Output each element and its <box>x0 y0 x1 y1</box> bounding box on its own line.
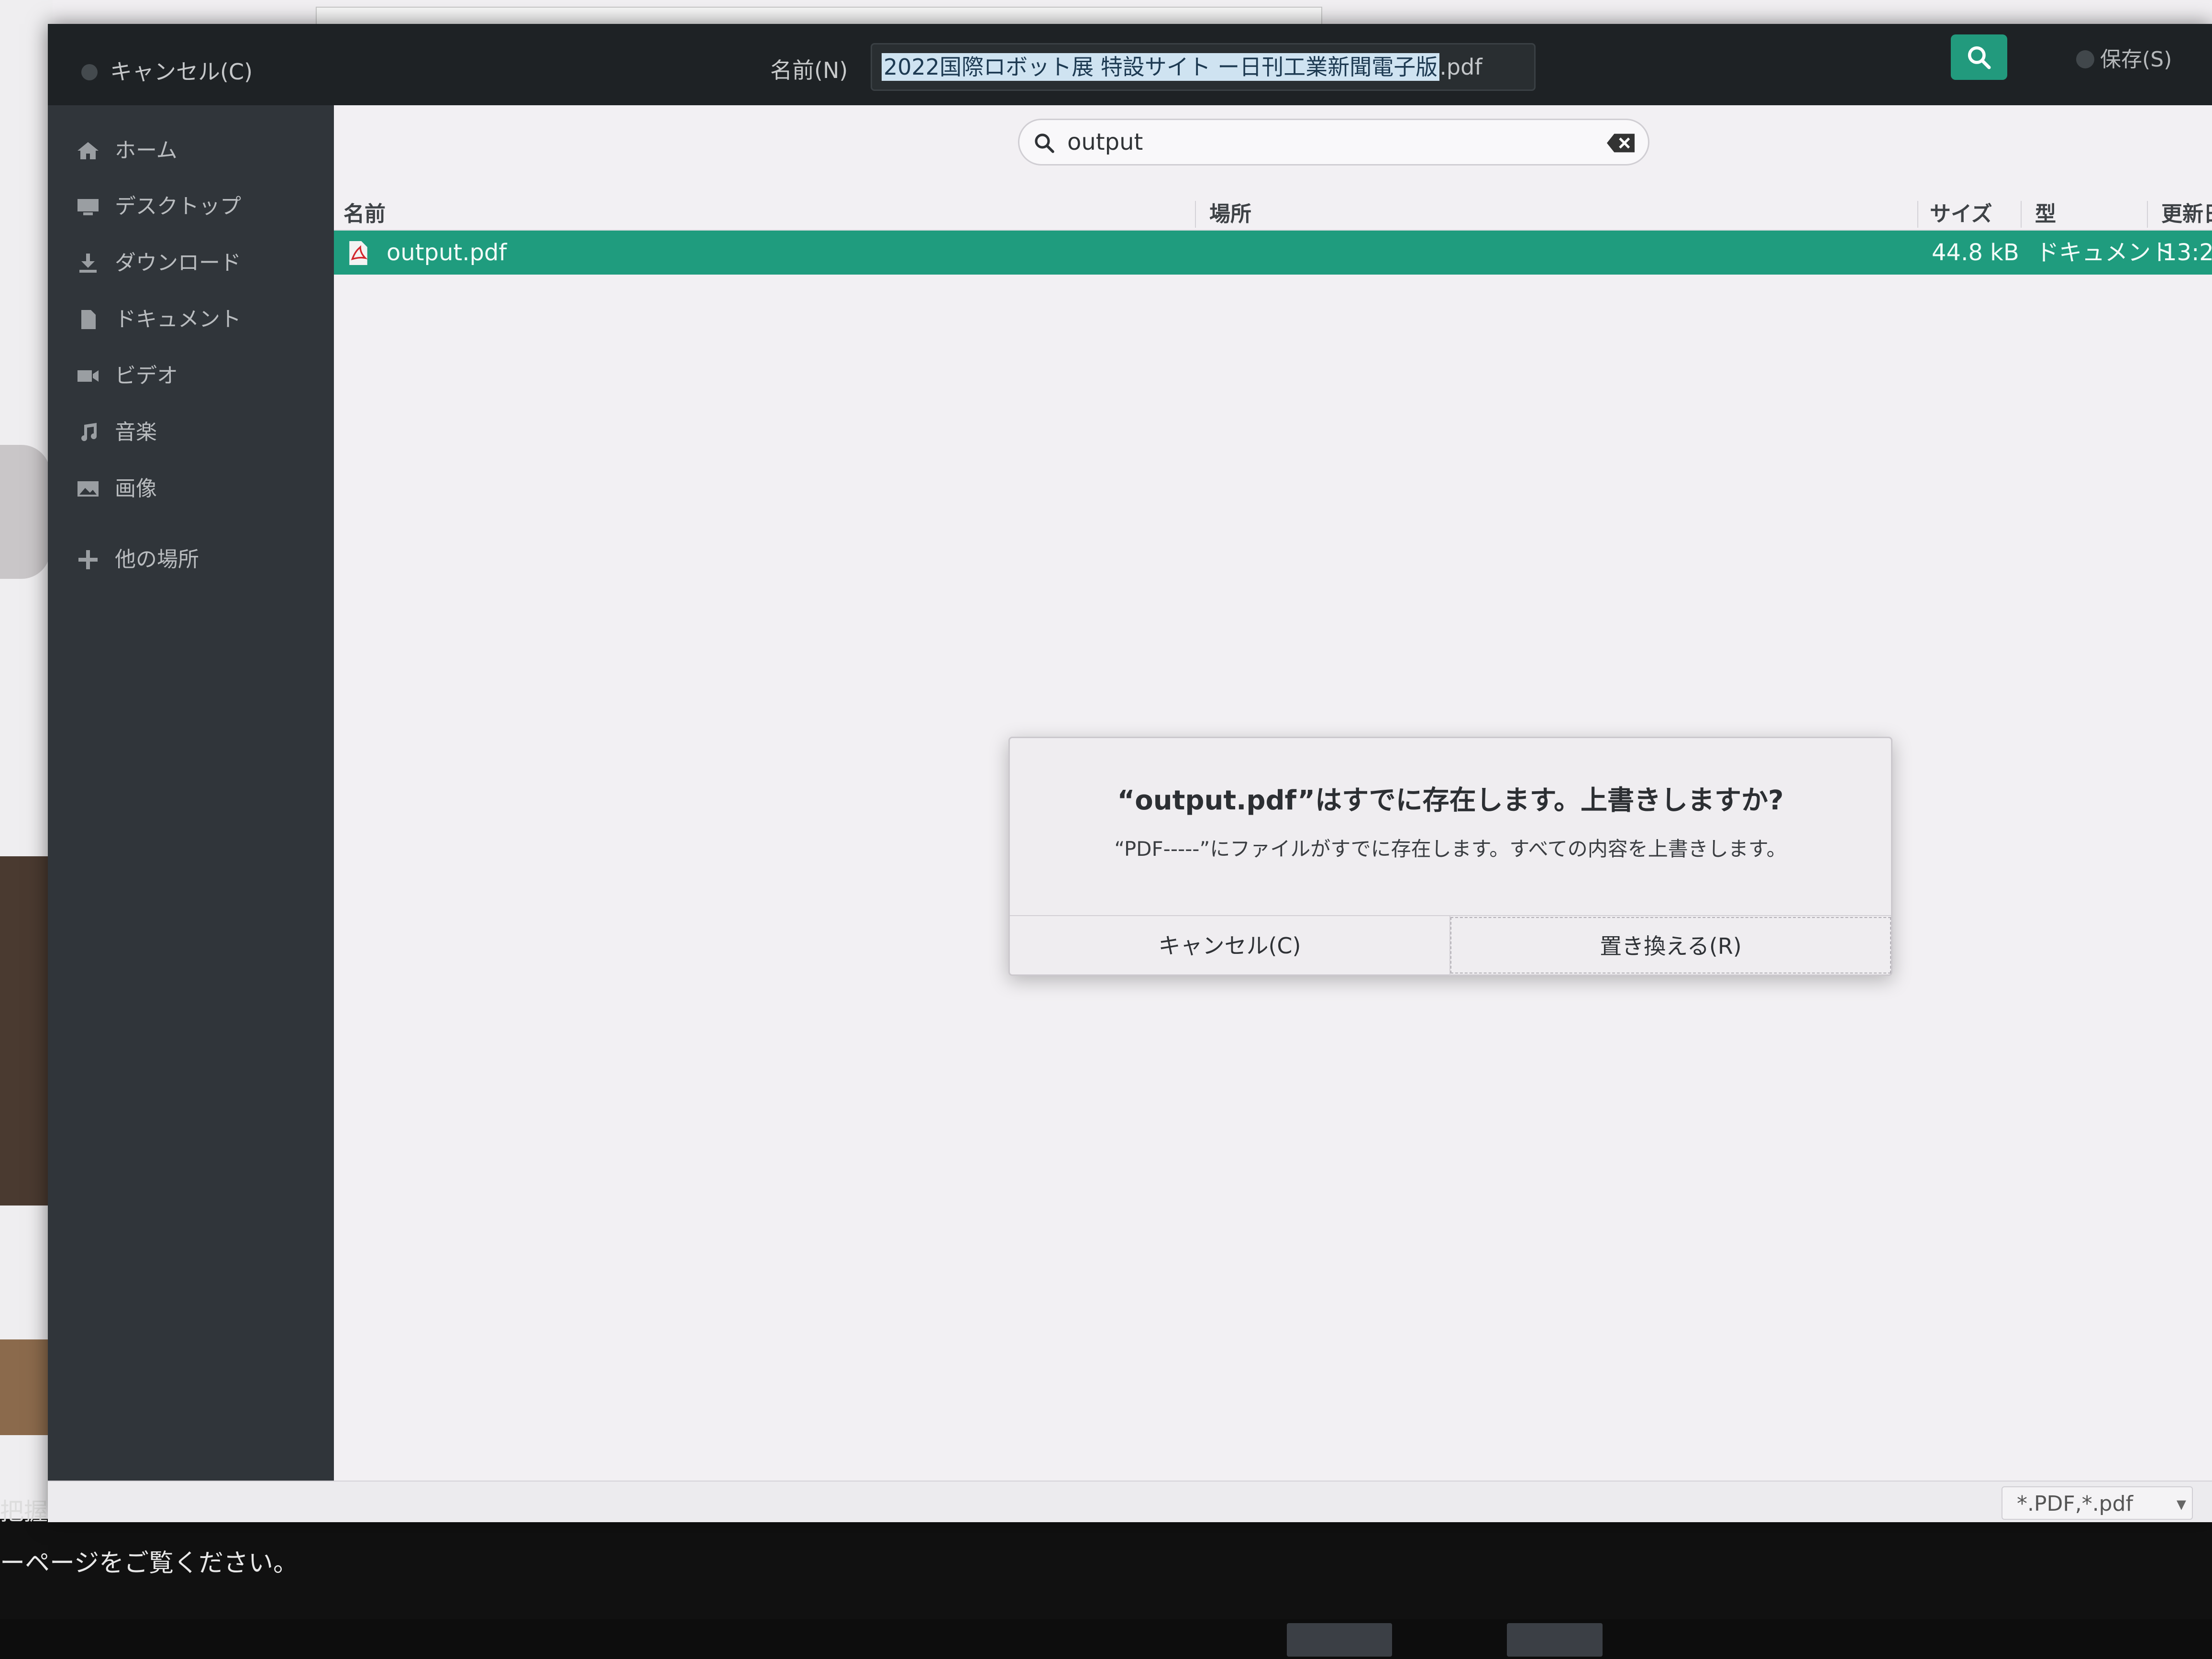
taskbar-terminal-button[interactable] <box>1507 1623 1603 1657</box>
table-row[interactable]: output.pdf 44.8 kB ドキュメント 13:25 <box>334 231 2212 275</box>
column-header-modified[interactable]: 更新日 <box>2161 200 2212 229</box>
column-header-size[interactable]: サイズ <box>1930 200 1992 229</box>
search-bar: output <box>334 105 2212 196</box>
sidebar-item-label: 画像 <box>115 476 157 501</box>
places-sidebar: ホーム デスクトップ ダウンロード ドキュメント ビデオ 音楽 画像 他の場所 <box>48 105 334 1481</box>
column-headers: 名前 場所 サイズ 型 更新日 <box>334 196 2212 231</box>
video-icon <box>77 370 99 382</box>
background-photo-fragment <box>0 856 50 1206</box>
sidebar-item-label: ビデオ <box>115 364 178 388</box>
dialog-headerbar: キャンセル(C) 名前(N) 2022国際ロボット展 特設サイト ー日刊工業新聞… <box>48 24 2212 105</box>
image-icon <box>77 481 99 497</box>
column-header-location[interactable]: 場所 <box>1209 200 1251 229</box>
music-icon <box>81 423 97 441</box>
confirm-title: “output.pdf”はすでに存在します。上書きしますか? <box>1117 785 1784 816</box>
cancel-button[interactable]: キャンセル(C) <box>1010 916 1450 975</box>
clear-search-icon[interactable] <box>1607 133 1635 153</box>
download-icon <box>79 254 97 273</box>
file-type-filter-select[interactable]: *.PDF,*.pdf <box>2002 1486 2193 1521</box>
confirm-message: “PDF-----”にファイルがすでに存在します。すべての内容を上書きします。 <box>1114 837 1787 861</box>
sidebar-item-documents[interactable]: ドキュメント <box>77 300 241 339</box>
filename-label: 名前(N) <box>770 57 848 83</box>
taskbar <box>0 1619 2212 1659</box>
search-icon <box>1968 46 1991 69</box>
file-modified-cell: 13:25 <box>2162 239 2212 266</box>
plus-icon <box>78 550 98 569</box>
background-page-text: ーページをご覧ください。 <box>0 1549 298 1578</box>
search-toggle-button[interactable] <box>1951 34 2007 80</box>
save-file-dialog: キャンセル(C) 名前(N) 2022国際ロボット展 特設サイト ー日刊工業新聞… <box>48 24 2212 1522</box>
replace-button[interactable]: 置き換える(R) <box>1450 917 1891 973</box>
search-icon <box>1035 133 1054 153</box>
column-divider[interactable] <box>2147 201 2148 228</box>
sidebar-item-downloads[interactable]: ダウンロード <box>77 244 241 282</box>
filter-bar: *.PDF,*.pdf <box>48 1481 2212 1522</box>
pdf-file-icon <box>349 241 368 265</box>
confirm-button-row: キャンセル(C) 置き換える(R) <box>1010 915 1891 977</box>
file-list-area: output 名前 場所 サイズ 型 更新日 output.pdf 44.8 k… <box>334 105 2212 1481</box>
file-type-cell: ドキュメント <box>2036 239 2174 266</box>
sidebar-item-label: ホーム <box>115 138 177 163</box>
overwrite-confirm-dialog: “output.pdf”はすでに存在します。上書きしますか? “PDF-----… <box>1008 737 1892 976</box>
background-page-strip <box>0 0 53 1521</box>
sidebar-item-other-locations[interactable]: 他の場所 <box>77 541 199 579</box>
background-image-fragment <box>0 1339 50 1435</box>
document-icon <box>81 310 96 329</box>
column-divider[interactable] <box>1195 201 1196 228</box>
filename-extension: .pdf <box>1439 54 1482 80</box>
taskbar-window-button[interactable] <box>1287 1623 1392 1657</box>
sidebar-item-label: 音楽 <box>115 420 157 444</box>
column-divider[interactable] <box>1917 201 1918 228</box>
search-input[interactable]: output <box>1018 119 1649 166</box>
save-button[interactable]: 保存(S) <box>2076 41 2172 79</box>
background-image-fragment <box>0 445 50 579</box>
search-query-text: output <box>1067 129 1143 155</box>
sidebar-item-label: 他の場所 <box>115 547 199 572</box>
background-text-fragment: 把握 <box>0 1498 48 1526</box>
column-header-type[interactable]: 型 <box>2035 200 2056 229</box>
sidebar-item-home[interactable]: ホーム <box>77 132 177 170</box>
sidebar-item-desktop[interactable]: デスクトップ <box>77 188 241 226</box>
desktop-icon <box>77 199 99 215</box>
sidebar-item-label: ドキュメント <box>115 307 241 332</box>
file-name-cell: output.pdf <box>387 239 507 266</box>
column-divider[interactable] <box>2021 201 2022 228</box>
sidebar-item-label: ダウンロード <box>115 251 241 275</box>
filename-selected-text: 2022国際ロボット展 特設サイト ー日刊工業新聞電子版 <box>882 53 1440 81</box>
filename-input[interactable]: 2022国際ロボット展 特設サイト ー日刊工業新聞電子版.pdf <box>871 43 1536 91</box>
sidebar-item-videos[interactable]: ビデオ <box>77 357 178 395</box>
sidebar-item-pictures[interactable]: 画像 <box>77 470 157 508</box>
file-size-cell: 44.8 kB <box>1932 239 2019 266</box>
sidebar-item-music[interactable]: 音楽 <box>77 413 157 452</box>
home-icon <box>77 142 99 159</box>
cancel-button[interactable]: キャンセル(C) <box>81 57 253 86</box>
column-header-name[interactable]: 名前 <box>343 200 386 229</box>
sidebar-item-label: デスクトップ <box>115 194 241 219</box>
